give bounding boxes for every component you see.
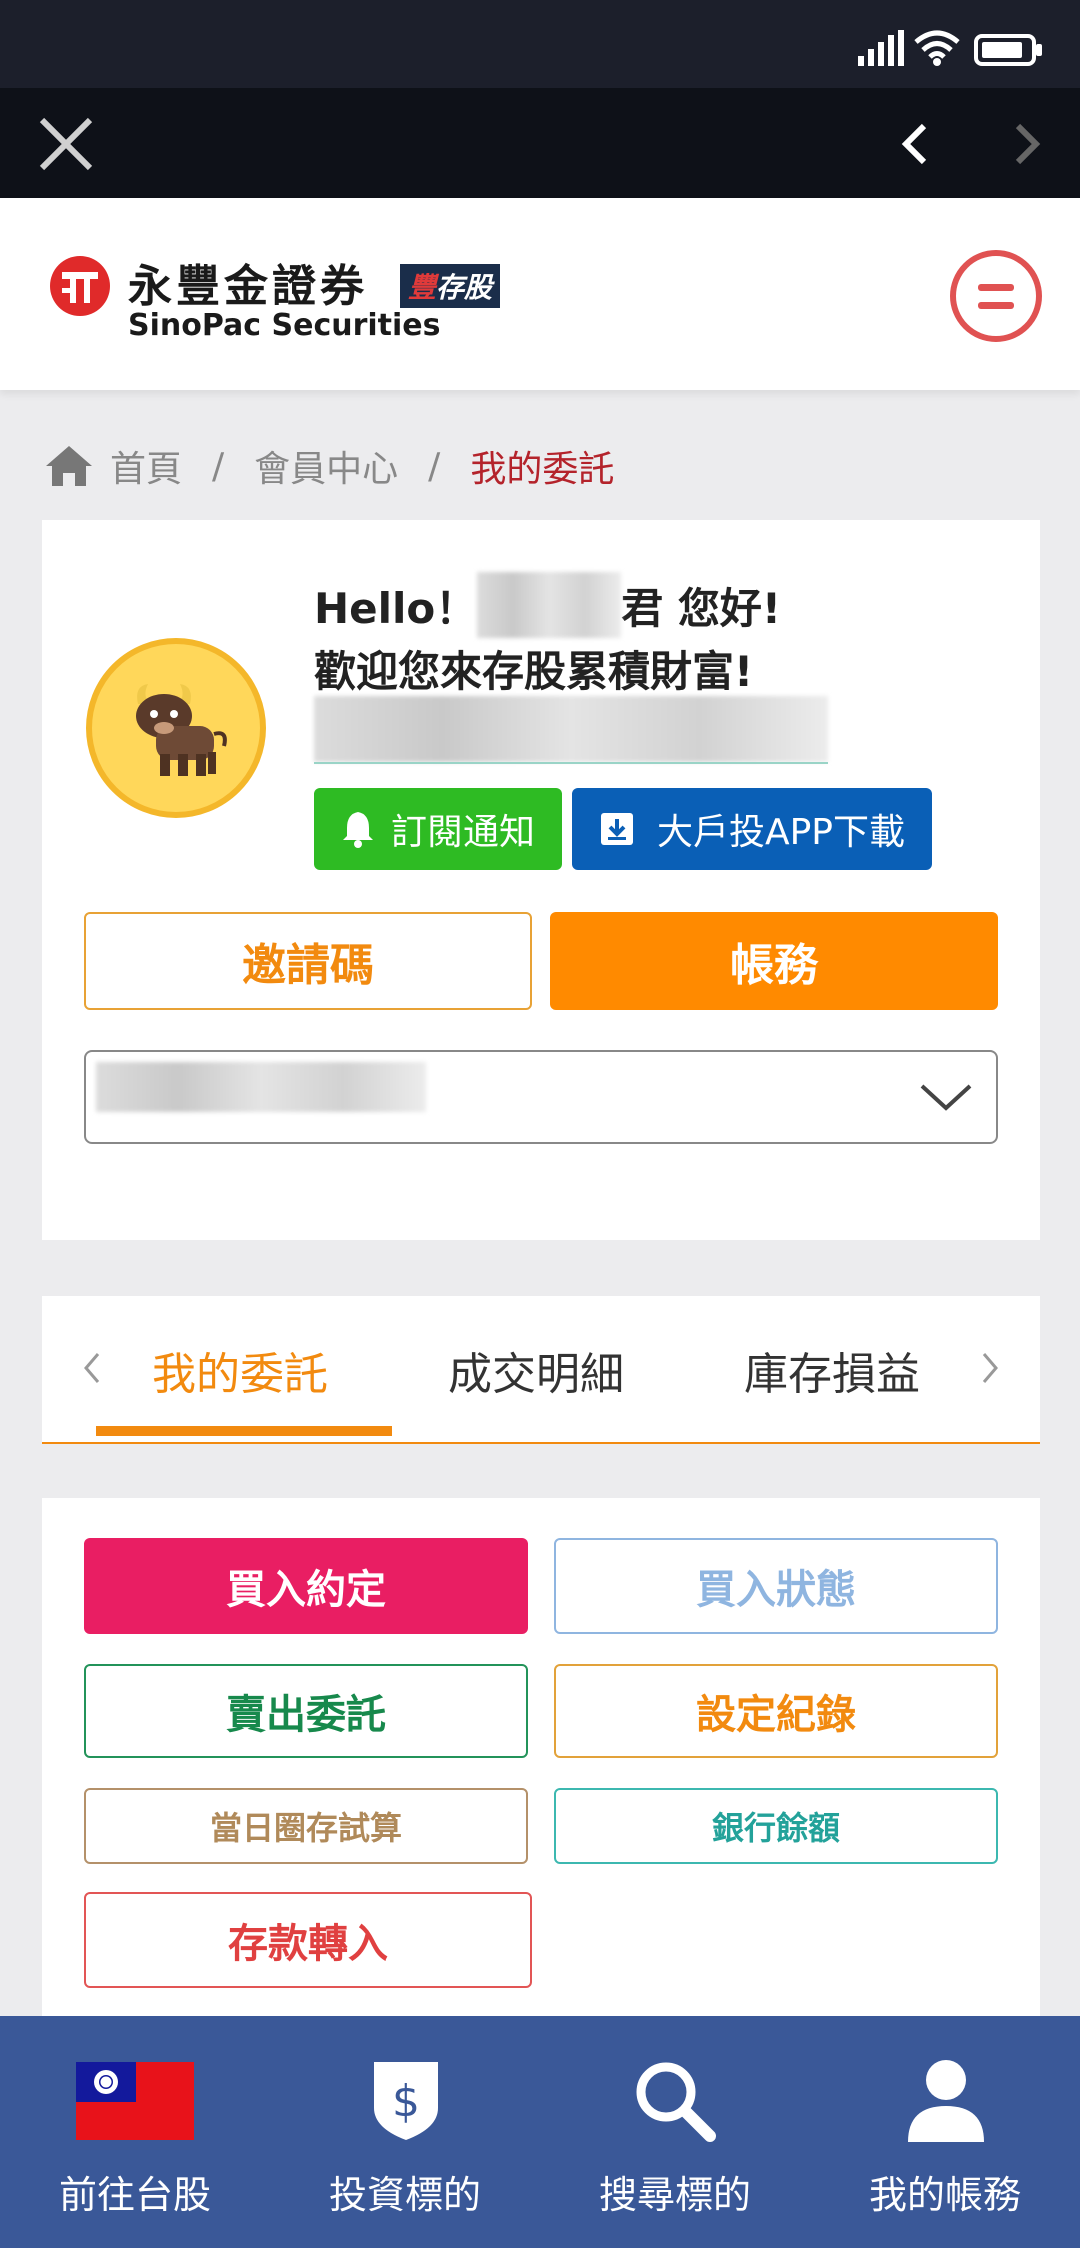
bank-balance-button[interactable]: 銀行餘額 [554,1788,998,1864]
brand-tag-first: 豐 [408,271,437,304]
redacted-account-info [314,696,828,762]
sell-order-button[interactable]: 賣出委託 [84,1664,528,1758]
breadcrumb: 首頁 / 會員中心 / 我的委託 [42,438,614,494]
invite-code-button[interactable]: 邀請碼 [84,912,532,1010]
forward-arrow-icon[interactable] [1012,122,1042,166]
download-app-button[interactable]: 大戶投APP下載 [572,788,932,870]
subscribe-button[interactable]: 訂閱通知 [314,788,562,870]
bottom-nav-tw-stocks[interactable]: 前往台股 [0,2016,270,2248]
sinopac-logo-icon[interactable] [48,254,112,318]
breadcrumb-separator: / [212,445,225,487]
close-icon[interactable] [38,116,94,172]
redacted-username [477,572,622,638]
breadcrumb-member[interactable]: 會員中心 [254,440,398,492]
wifi-icon [914,30,960,66]
tab-active-indicator [96,1426,392,1436]
user-icon [908,2060,984,2142]
settings-log-button[interactable]: 設定紀錄 [554,1664,998,1758]
account-select[interactable] [84,1050,998,1144]
greeting-line: Hello！ 君 您好! [314,572,781,638]
menu-icon-bar [978,284,1014,291]
buy-status-button[interactable]: 買入狀態 [554,1538,998,1634]
deposit-in-button[interactable]: 存款轉入 [84,1892,532,1988]
account-button[interactable]: 帳務 [550,912,998,1010]
avatar [86,638,266,818]
actions-card: 買入約定 買入狀態 賣出委託 設定紀錄 當日圈存試算 銀行餘額 存款轉入 [42,1498,1040,2018]
profile-card: Hello！ 君 您好! 歡迎您來存股累積財富! 訂閱通知 大戶投APP下載 邀… [42,520,1040,1240]
breadcrumb-separator: / [428,445,441,487]
brand-name-en: SinoPac Securities [128,308,441,343]
divider [314,762,828,764]
browser-nav-bar [0,88,1080,198]
search-icon [636,2062,716,2142]
taiwan-flag-icon [76,2062,194,2140]
signal-icon [858,30,904,66]
redacted-account-value [96,1062,426,1112]
bottom-nav: 前往台股 $ 投資標的 搜尋標的 我的帳務 [0,2016,1080,2248]
brand-name-cn: 永豐金證券 [128,261,368,312]
download-app-label: 大戶投APP下載 [656,812,906,853]
battery-icon [974,34,1042,66]
greeting-prefix: Hello！ [314,583,478,633]
status-bar [0,0,1080,88]
bottom-nav-label: 投資標的 [328,2173,481,2217]
brand-tag: 豐存股 [400,264,501,308]
subscribe-label: 訂閱通知 [390,812,535,853]
home-icon[interactable] [42,442,96,490]
tab-prev-icon[interactable] [82,1350,102,1386]
tabs-bar: 我的委託 成交明細 庫存損益 [42,1296,1040,1444]
menu-button[interactable] [950,250,1042,342]
chevron-down-icon [920,1084,972,1111]
bottom-nav-my-account[interactable]: 我的帳務 [810,2016,1080,2248]
buy-agreement-button[interactable]: 買入約定 [84,1538,528,1634]
bottom-nav-label: 我的帳務 [868,2173,1021,2217]
bottom-nav-label: 搜尋標的 [598,2173,751,2217]
breadcrumb-home[interactable]: 首頁 [110,440,182,492]
tab-my-orders[interactable]: 我的委託 [152,1338,328,1402]
greeting-suffix: 君 您好! [621,583,782,633]
bottom-nav-label: 前往台股 [58,2173,211,2217]
download-icon [600,813,633,845]
back-arrow-icon[interactable] [900,122,930,166]
tab-inventory-pnl[interactable]: 庫存損益 [744,1338,920,1402]
svg-text:$: $ [392,2076,420,2127]
daily-trial-button[interactable]: 當日圈存試算 [84,1788,528,1864]
brand-tag-rest: 存股 [436,271,493,304]
tab-next-icon[interactable] [980,1350,1000,1386]
bottom-nav-search-targets[interactable]: 搜尋標的 [540,2016,810,2248]
bell-icon [342,812,373,848]
tab-trade-details[interactable]: 成交明細 [448,1338,624,1402]
breadcrumb-current: 我的委託 [470,449,615,490]
bottom-nav-investment-targets[interactable]: $ 投資標的 [270,2016,540,2248]
welcome-text: 歡迎您來存股累積財富! [314,647,754,696]
site-header: 永豐金證券 SinoPac Securities 豐存股 [0,198,1080,390]
shield-dollar-icon: $ [374,2062,438,2140]
bull-avatar-icon [136,684,227,776]
menu-icon-bar [978,302,1014,309]
